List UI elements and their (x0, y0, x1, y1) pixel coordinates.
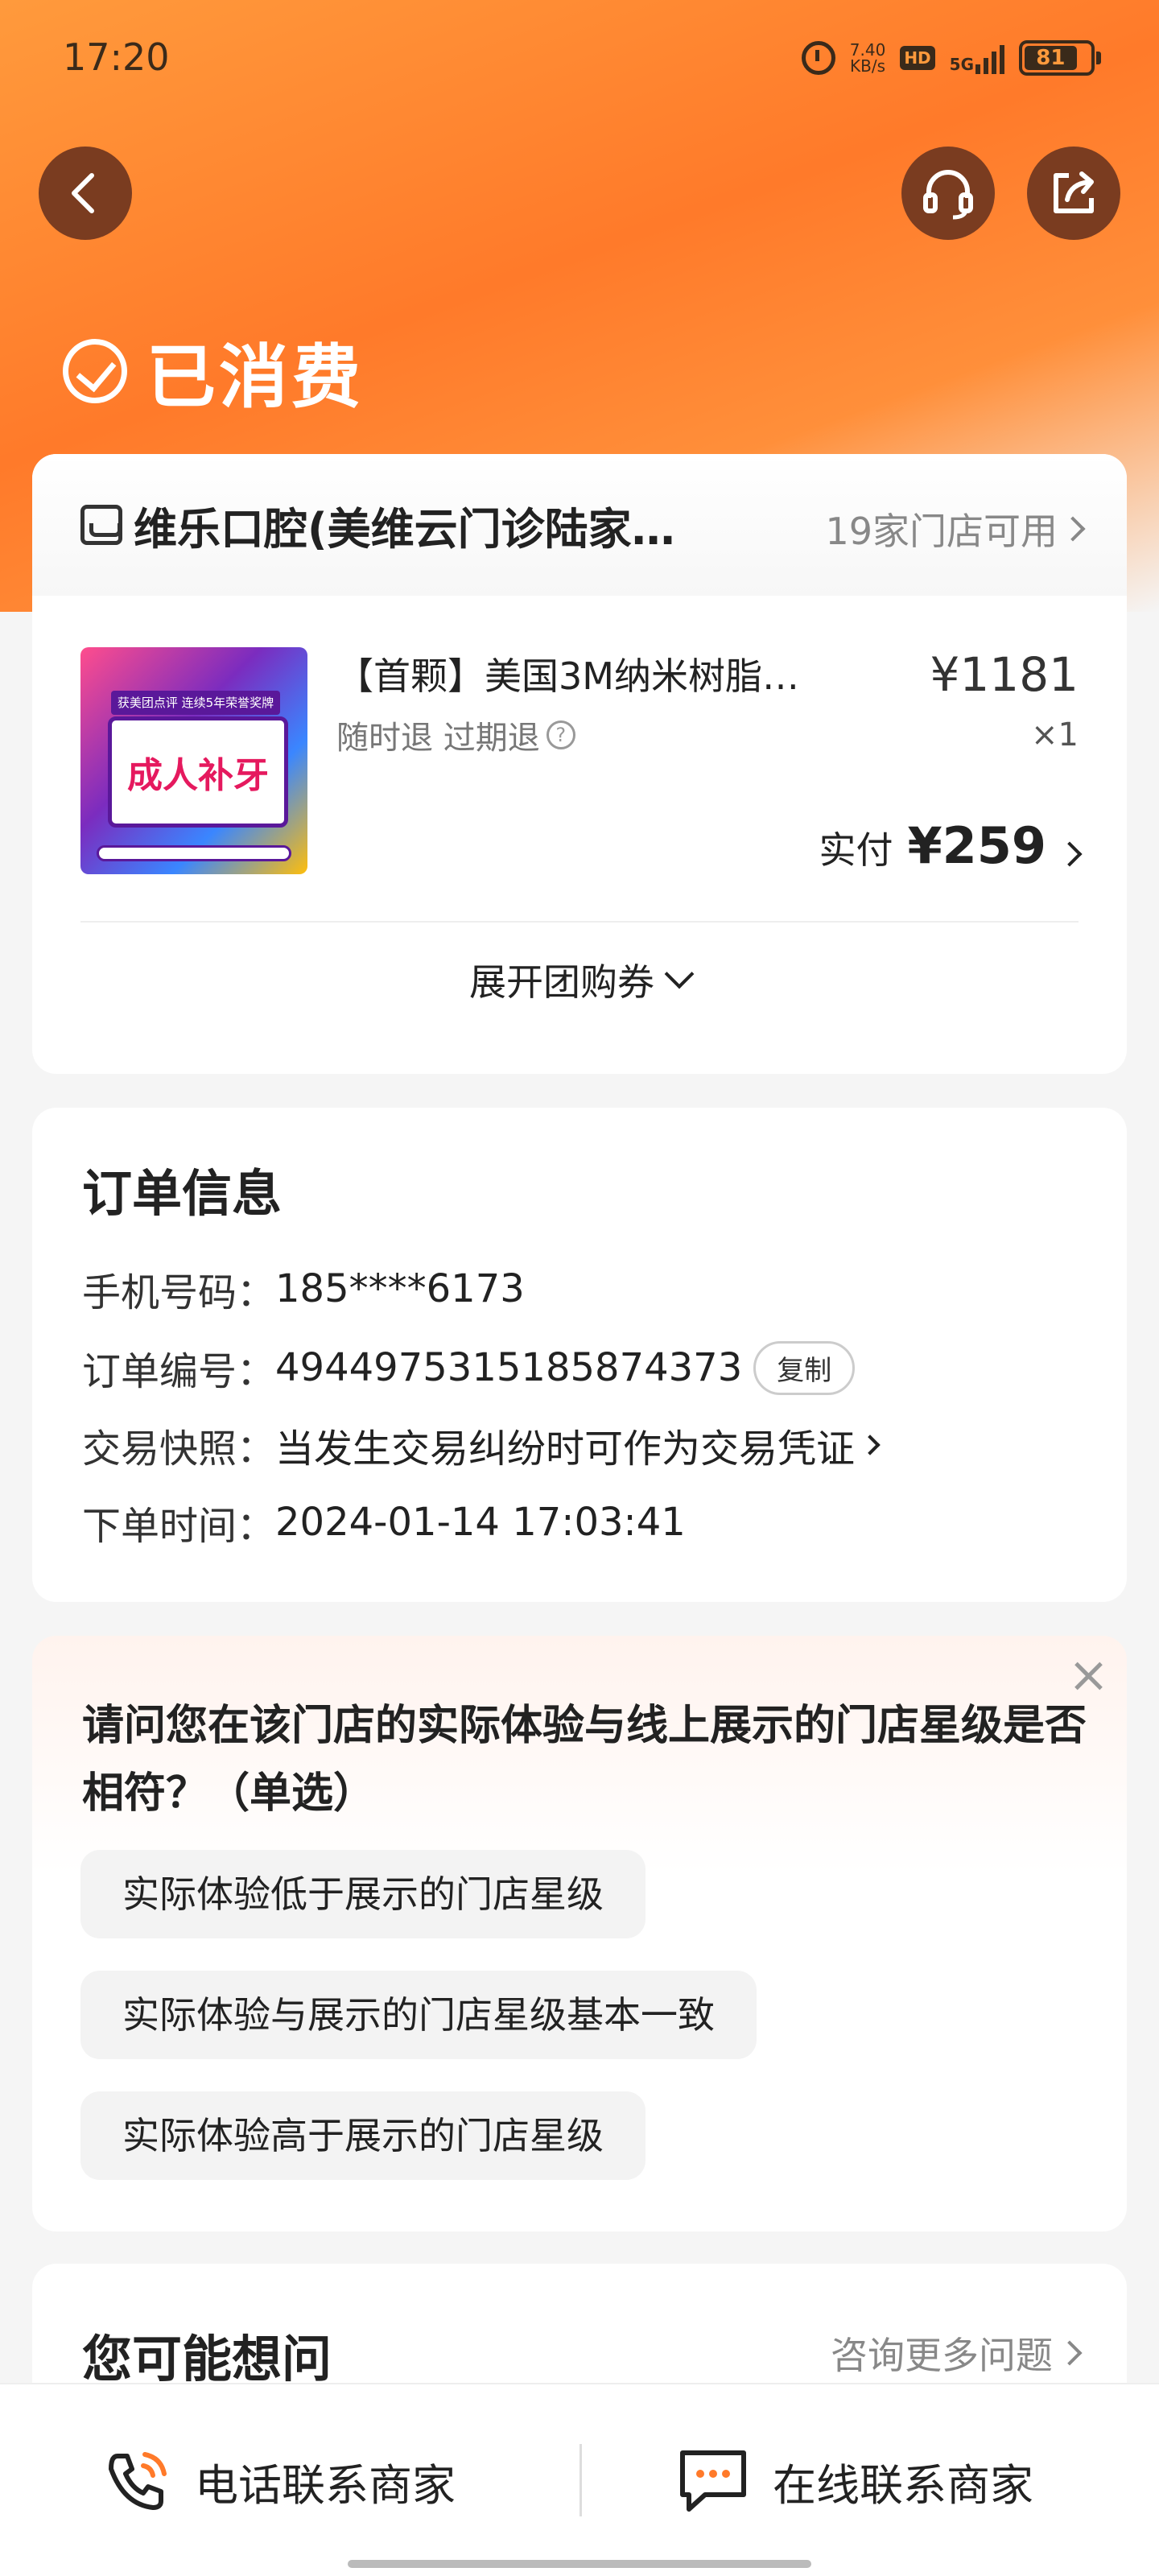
back-button[interactable] (39, 147, 132, 240)
order-time-label: 下单时间： (82, 1504, 276, 1549)
product-tags: 随时退 过期退 ? (336, 712, 575, 758)
expand-coupons-label: 展开团购券 (469, 960, 654, 1004)
chat-merchant-label: 在线联系商家 (773, 2459, 1033, 2511)
snapshot-link[interactable]: 当发生交易纠纷时可作为交易凭证 (275, 1417, 881, 1473)
signal-icon: 5G (950, 42, 1004, 74)
help-icon[interactable]: ? (546, 720, 575, 749)
order-number-label: 订单编号： (82, 1349, 276, 1394)
phone-label: 手机号码： (82, 1270, 276, 1315)
survey-card: 请问您在该门店的实际体验与线上展示的门店星级是否相符？（单选） 实际体验低于展示… (32, 1636, 1127, 2231)
copy-button[interactable]: 复制 (753, 1340, 856, 1395)
refund-tags: 随时退 过期退 (336, 720, 540, 757)
expand-coupons-button[interactable]: 展开团购券 (32, 953, 1127, 1006)
phone-value: 185****6173 (275, 1266, 525, 1311)
net-speed-value: 7.40 (849, 40, 886, 60)
battery-icon: 81 (1019, 40, 1101, 76)
store-name: 维乐口腔(美维云门诊陆家… (134, 503, 675, 555)
order-number-row: 订单编号： 4944975315185874373 复制 (82, 1340, 856, 1396)
share-button[interactable] (1027, 147, 1120, 240)
store-header[interactable]: 维乐口腔(美维云门诊陆家… 19家门店可用 (32, 454, 1127, 596)
paid-amount-link[interactable]: 实付 ¥259 (819, 816, 1083, 875)
faq-more-label: 咨询更多问题 (831, 2334, 1053, 2377)
order-status-text: 已消费 (146, 337, 364, 418)
product-item[interactable]: 获美团点评 连续5年荣誉奖牌 成人补牙 【首颗】美国3M纳米树脂… 随时退 过期… (80, 647, 1083, 905)
back-arrow-icon (72, 173, 94, 213)
thumbnail-panel: 成人补牙 (108, 716, 288, 828)
divider (80, 921, 1079, 923)
product-price: ¥1181 (930, 647, 1079, 702)
order-number-value: 4944975315185874373 (275, 1345, 743, 1390)
paid-label: 实付 (819, 828, 893, 872)
order-info-card: 订单信息 手机号码： 185****6173 订单编号： 49449753151… (32, 1108, 1127, 1602)
snapshot-row[interactable]: 交易快照： 当发生交易纠纷时可作为交易凭证 (82, 1417, 881, 1473)
snapshot-label: 交易快照： (82, 1426, 276, 1472)
stores-available-link[interactable]: 19家门店可用 (825, 502, 1086, 555)
order-info-title: 订单信息 (82, 1164, 283, 1223)
order-time-value: 2024-01-14 17:03:41 (275, 1500, 686, 1545)
product-title: 【首颗】美国3M纳米树脂… (336, 654, 799, 698)
survey-option-higher[interactable]: 实际体验高于展示的门店星级 (80, 2091, 645, 2180)
phone-icon (109, 2452, 167, 2510)
alarm-icon (801, 41, 835, 75)
stores-available-label: 19家门店可用 (825, 510, 1058, 553)
battery-level: 81 (1025, 46, 1077, 70)
thumbnail-text: 成人补牙 (127, 755, 269, 796)
survey-option-lower[interactable]: 实际体验低于展示的门店星级 (80, 1850, 645, 1938)
chevron-right-icon (1057, 841, 1083, 867)
status-icons: 7.40 KB/s HD 5G 81 (801, 40, 1101, 76)
phone-row: 手机号码： 185****6173 (82, 1261, 525, 1317)
status-time: 17:20 (63, 35, 170, 79)
chevron-right-icon (1060, 516, 1086, 542)
network-type: 5G (949, 55, 974, 74)
thumbnail-bar (97, 845, 291, 861)
snapshot-value: 当发生交易纠纷时可作为交易凭证 (275, 1426, 856, 1472)
bottom-action-bar: 电话联系商家 在线联系商家 (0, 2383, 1159, 2576)
thumbnail-banner: 获美团点评 连续5年荣誉奖牌 (111, 691, 280, 715)
order-time-row: 下单时间： 2024-01-14 17:03:41 (82, 1494, 686, 1550)
survey-option-match[interactable]: 实际体验与展示的门店星级基本一致 (80, 1971, 757, 2059)
net-speed: 7.40 KB/s (850, 42, 886, 74)
faq-title: 您可能想问 (82, 2330, 332, 2388)
share-icon (1054, 171, 1094, 213)
call-merchant-button[interactable]: 电话联系商家 (100, 2433, 456, 2529)
headset-icon (923, 170, 973, 220)
hd-badge: HD (900, 46, 935, 70)
check-circle-icon (63, 338, 127, 403)
divider (580, 2444, 582, 2516)
store-icon (80, 505, 122, 545)
paid-amount: ¥259 (907, 816, 1046, 875)
order-status: 已消费 (63, 320, 364, 421)
chat-merchant-button[interactable]: 在线联系商家 (676, 2433, 1033, 2529)
chat-icon (680, 2450, 746, 2512)
faq-more-link[interactable]: 咨询更多问题 (831, 2326, 1083, 2380)
chevron-right-icon (860, 1435, 881, 1455)
store-card: 维乐口腔(美维云门诊陆家… 19家门店可用 获美团点评 连续5年荣誉奖牌 成人补… (32, 454, 1127, 1074)
product-quantity: ×1 (1031, 716, 1079, 753)
call-merchant-label: 电话联系商家 (195, 2459, 456, 2511)
home-indicator[interactable] (348, 2560, 811, 2568)
chevron-right-icon (1057, 2340, 1083, 2366)
chevron-down-icon (664, 959, 695, 989)
status-bar: 17:20 7.40 KB/s HD 5G 81 (0, 0, 1159, 121)
customer-service-button[interactable] (901, 147, 995, 240)
survey-question: 请问您在该门店的实际体验与线上展示的门店星级是否相符？（单选） (82, 1702, 1087, 1818)
product-thumbnail: 获美团点评 连续5年荣誉奖牌 成人补牙 (80, 647, 307, 874)
net-speed-unit: KB/s (850, 56, 886, 76)
